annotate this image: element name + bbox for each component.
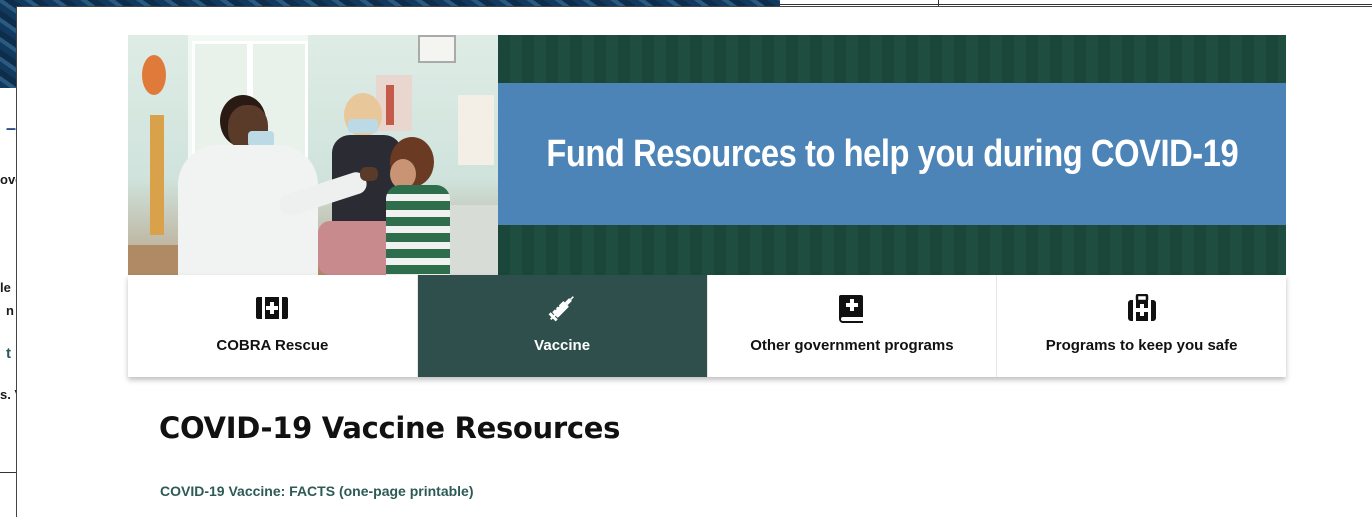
tab-label: Vaccine — [534, 337, 591, 354]
hero-banner: Fund Resources to help you during COVID-… — [128, 35, 1286, 275]
background-text-fragment: n — [6, 303, 14, 318]
foreground-window: Fund Resources to help you during COVID-… — [16, 6, 1372, 517]
hero-title: Fund Resources to help you during COVID-… — [546, 132, 1238, 175]
tab-label: COBRA Rescue — [216, 337, 329, 354]
tab-vaccine[interactable]: Vaccine — [417, 275, 708, 377]
background-text-fragment: – — [6, 118, 17, 138]
syringe-icon — [545, 293, 579, 323]
background-text-fragment: le — [0, 280, 11, 295]
page-title: COVID-19 Vaccine Resources — [159, 411, 621, 445]
medical-kit-icon — [255, 293, 289, 323]
tab-programs-to-keep-you-safe[interactable]: Programs to keep you safe — [997, 275, 1286, 377]
tab-label: Programs to keep you safe — [1045, 337, 1238, 354]
hero-title-box: Fund Resources to help you during COVID-… — [498, 83, 1286, 225]
medical-book-icon — [835, 293, 869, 323]
tab-cobra-rescue[interactable]: COBRA Rescue — [128, 275, 418, 377]
background-divider — [0, 472, 16, 473]
vaccine-facts-link[interactable]: COVID-19 Vaccine: FACTS (one-page printa… — [160, 483, 474, 499]
hero-photo-doctor-child-vaccination — [128, 35, 498, 275]
first-aid-briefcase-icon — [1125, 293, 1159, 323]
resource-tabs: COBRA Rescue Vaccine Other government pr… — [128, 275, 1286, 377]
tab-label: Other government programs — [750, 337, 954, 354]
background-link-fragment[interactable]: t — [6, 345, 11, 362]
tab-other-government-programs[interactable]: Other government programs — [707, 275, 998, 377]
background-divider — [780, 4, 1372, 5]
